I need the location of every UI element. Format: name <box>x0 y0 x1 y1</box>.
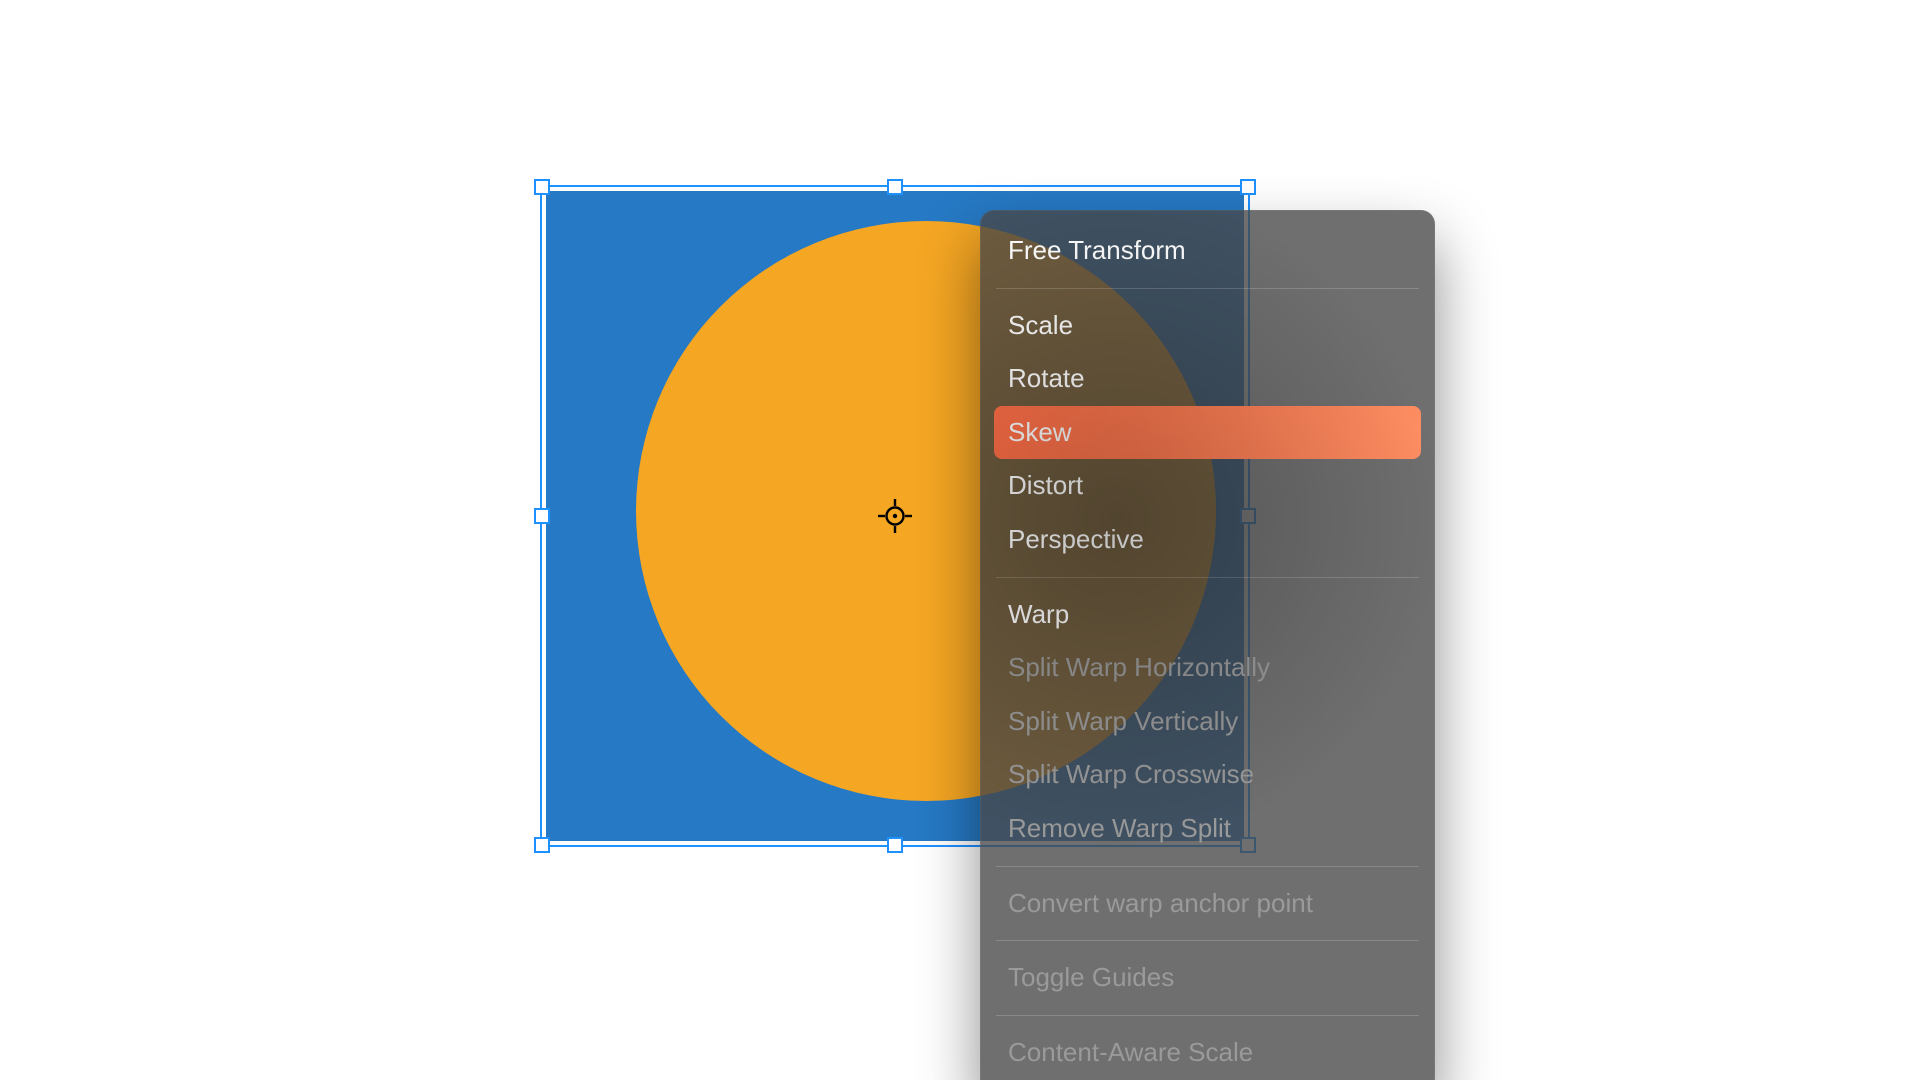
menu-item-warp[interactable]: Warp <box>994 588 1421 642</box>
menu-separator <box>996 288 1419 289</box>
menu-item-distort[interactable]: Distort <box>994 459 1421 513</box>
resize-handle-bottom-middle[interactable] <box>887 837 903 853</box>
transform-pivot-icon[interactable] <box>878 499 912 533</box>
menu-item-scale[interactable]: Scale <box>994 299 1421 353</box>
menu-item-perspective[interactable]: Perspective <box>994 513 1421 567</box>
menu-separator <box>996 1015 1419 1016</box>
menu-item-skew[interactable]: Skew <box>994 406 1421 460</box>
menu-item-split-warp-vertically: Split Warp Vertically <box>994 695 1421 749</box>
menu-item-split-warp-crosswise: Split Warp Crosswise <box>994 748 1421 802</box>
menu-item-content-aware-scale: Content-Aware Scale <box>994 1026 1421 1080</box>
stage: Free Transform ScaleRotateSkewDistortPers… <box>0 0 1920 1080</box>
menu-item-free-transform[interactable]: Free Transform <box>994 224 1421 278</box>
resize-handle-top-middle[interactable] <box>887 179 903 195</box>
transform-context-menu[interactable]: Free Transform ScaleRotateSkewDistortPers… <box>980 210 1435 1080</box>
menu-separator <box>996 577 1419 578</box>
menu-separator <box>996 940 1419 941</box>
menu-separator <box>996 866 1419 867</box>
menu-item-split-warp-horizontally: Split Warp Horizontally <box>994 641 1421 695</box>
resize-handle-top-left[interactable] <box>534 179 550 195</box>
resize-handle-top-right[interactable] <box>1240 179 1256 195</box>
menu-item-remove-warp-split: Remove Warp Split <box>994 802 1421 856</box>
menu-item-rotate[interactable]: Rotate <box>994 352 1421 406</box>
resize-handle-middle-left[interactable] <box>534 508 550 524</box>
resize-handle-bottom-left[interactable] <box>534 837 550 853</box>
menu-item-toggle-guides: Toggle Guides <box>994 951 1421 1005</box>
menu-item-convert-warp-anchor-point: Convert warp anchor point <box>994 877 1421 931</box>
